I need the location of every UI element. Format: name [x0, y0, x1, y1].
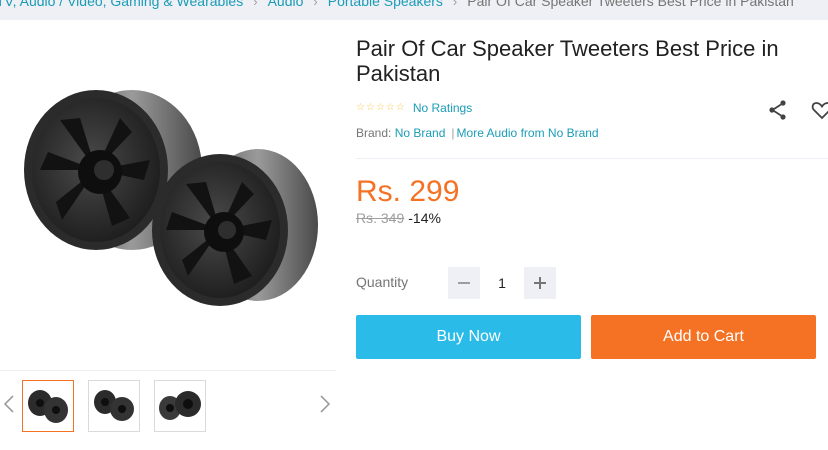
star-outline-icon: ☆ — [395, 102, 405, 113]
quantity-increase-button[interactable] — [524, 267, 556, 299]
heart-icon — [811, 102, 828, 120]
brand-row: Brand: No Brand | More Audio from No Brand — [356, 126, 599, 140]
chevron-right-icon: › — [452, 0, 458, 9]
breadcrumb-current: Pair Of Car Speaker Tweeters Best Price … — [467, 0, 794, 9]
original-price: Rs. 349 — [356, 210, 405, 226]
thumbnail-item[interactable] — [88, 380, 140, 432]
product-info: Pair Of Car Speaker Tweeters Best Price … — [356, 20, 828, 450]
car-speaker-tweeters-thumbnail — [94, 390, 134, 421]
minus-icon — [458, 282, 470, 284]
share-button[interactable] — [766, 98, 790, 122]
quantity-label: Quantity — [356, 274, 409, 290]
breadcrumb: TV, Audio / Video, Gaming & Wearables › Au… — [0, 0, 794, 12]
plus-icon — [534, 277, 546, 289]
breadcrumb-item[interactable]: Portable Speakers — [328, 0, 443, 9]
wishlist-button[interactable] — [810, 98, 828, 122]
breadcrumb-item[interactable]: TV, Audio / Video, Gaming & Wearables — [0, 0, 243, 9]
breadcrumb-item[interactable]: Audio — [268, 0, 304, 9]
rating-row: ☆ ☆ ☆ ☆ ☆ No Ratings — [356, 100, 472, 116]
star-outline-icon: ☆ — [365, 102, 375, 113]
thumbnail-item[interactable] — [154, 380, 206, 432]
product-main-image[interactable] — [0, 20, 336, 370]
brand-separator: | — [451, 126, 455, 140]
rating-stars: ☆ ☆ ☆ ☆ ☆ — [356, 103, 405, 113]
brand-label: Brand: — [356, 126, 392, 140]
chevron-right-icon: › — [313, 0, 318, 9]
chevron-right-icon — [320, 395, 330, 413]
buy-now-button[interactable]: Buy Now — [356, 315, 581, 359]
product-gallery — [0, 20, 336, 450]
thumbnail-next-button[interactable] — [316, 388, 334, 420]
car-speaker-tweeters-thumbnail — [159, 391, 201, 420]
car-speaker-tweeters-thumbnail — [28, 390, 68, 423]
divider — [356, 158, 828, 159]
quantity-decrease-button[interactable] — [448, 267, 480, 299]
breadcrumb-bar: TV, Audio / Video, Gaming & Wearables › Au… — [0, 0, 828, 20]
quantity-value[interactable]: 1 — [480, 267, 524, 299]
add-to-cart-button[interactable]: Add to Cart — [591, 315, 816, 359]
discount-badge: -14% — [408, 210, 441, 226]
product-title: Pair Of Car Speaker Tweeters Best Price … — [356, 36, 779, 86]
current-price: Rs. 299 — [356, 175, 460, 208]
chevron-left-icon — [4, 395, 14, 413]
ratings-link[interactable]: No Ratings — [413, 101, 472, 115]
divider — [0, 370, 336, 371]
star-outline-icon: ☆ — [385, 102, 395, 113]
share-icon — [769, 100, 786, 120]
chevron-right-icon: › — [253, 0, 258, 9]
brand-link[interactable]: No Brand — [395, 126, 446, 140]
star-outline-icon: ☆ — [375, 102, 385, 113]
thumbnail-prev-button[interactable] — [0, 388, 18, 420]
more-from-brand-link[interactable]: More Audio from No Brand — [457, 126, 599, 140]
price-details: Rs. 349 -14% — [356, 210, 441, 226]
thumbnail-item[interactable] — [22, 380, 74, 432]
car-speaker-tweeters-image — [24, 90, 318, 306]
star-outline-icon: ☆ — [356, 102, 365, 113]
